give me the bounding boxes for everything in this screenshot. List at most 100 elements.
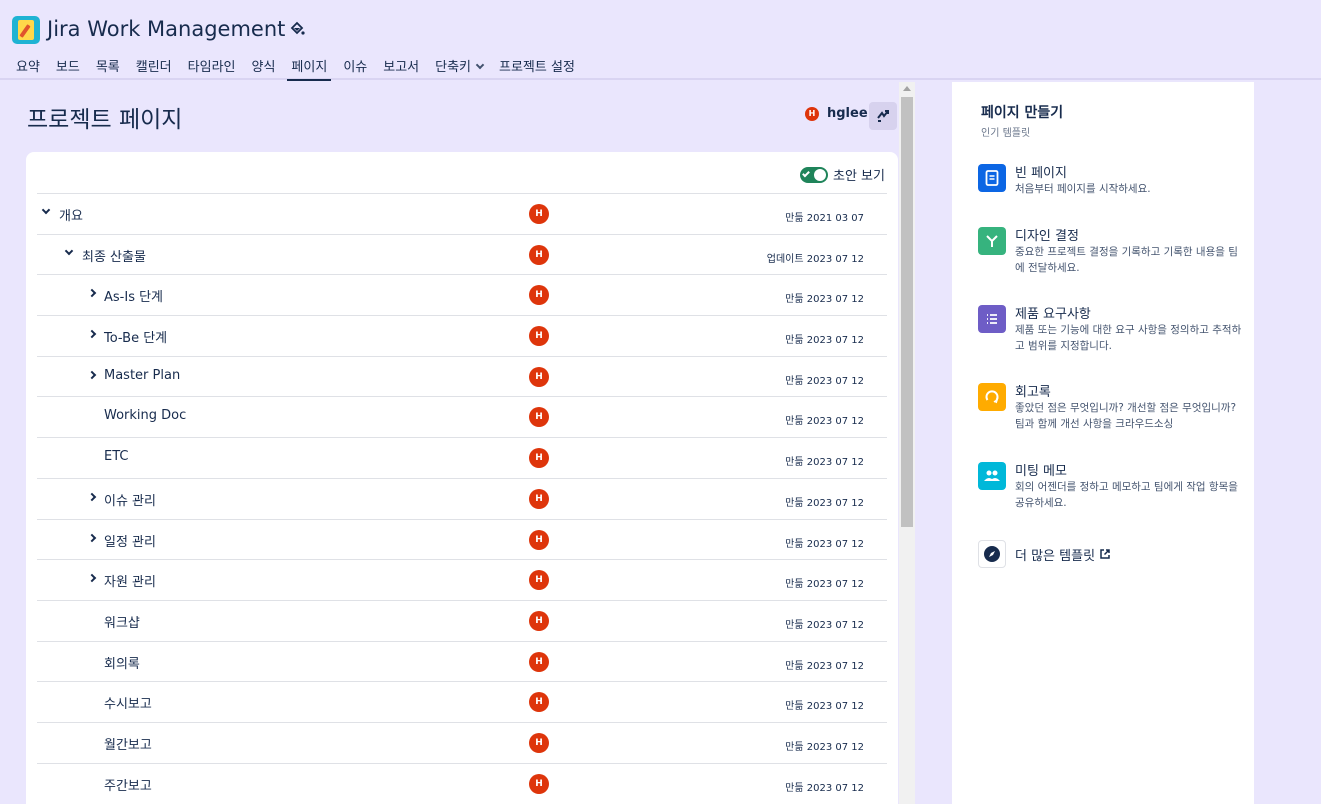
panel-subtitle: 인기 템플릿 xyxy=(981,128,1031,139)
nav-tab-label: 양식 xyxy=(251,60,276,75)
page-tree-row[interactable]: Working Doc H 만듦 2023 07 12 xyxy=(37,396,887,437)
chevron-right-icon[interactable] xyxy=(87,533,97,542)
owner-name: hglee xyxy=(827,106,868,121)
page-tree-row-title[interactable]: To-Be 단계 xyxy=(104,327,167,346)
paint-bucket-icon[interactable] xyxy=(288,21,306,39)
page-tree-row[interactable]: 일정 관리 H 만듦 2023 07 12 xyxy=(37,518,887,560)
list-icon xyxy=(978,305,1006,333)
page-tree-row[interactable]: ETC H 만듦 2023 07 12 xyxy=(37,437,887,478)
draft-toggle[interactable] xyxy=(800,166,828,183)
page-tree-row[interactable]: 이슈 관리 H 만듦 2023 07 12 xyxy=(37,477,887,519)
nav-tab-2[interactable]: 목록 xyxy=(88,52,128,80)
page-tree-row-title[interactable]: 주간보고 xyxy=(104,775,152,794)
page-tree-row[interactable]: 자원 관리 H 만듦 2023 07 12 xyxy=(37,559,887,600)
page-tree-row-title[interactable]: As-Is 단계 xyxy=(104,286,163,305)
scrollbar[interactable] xyxy=(899,82,915,804)
page-tree-row-title[interactable]: 수시보고 xyxy=(104,693,152,712)
nav-tab-label: 요약 xyxy=(16,60,40,75)
avatar: H xyxy=(529,570,549,591)
chevron-down-icon[interactable] xyxy=(41,205,51,215)
page-tree-row-date: 만듦 2023 07 12 xyxy=(785,538,864,550)
scroll-up-arrow-icon[interactable] xyxy=(903,86,911,91)
page-tree-row-title[interactable]: Working Doc xyxy=(104,408,186,423)
avatar: H xyxy=(529,285,549,306)
page-tree-row[interactable]: 워크샵 H 만듦 2023 07 12 xyxy=(37,599,887,641)
page-tree-row[interactable]: 월간보고 H 만듦 2023 07 12 xyxy=(37,721,887,763)
page-tree-row-date: 업데이트 2023 07 12 xyxy=(766,253,864,265)
page-tree-row-title[interactable]: ETC xyxy=(104,449,128,464)
template-description: 제품 또는 기능에 대한 요구 사항을 정의하고 추적하고 범위를 지정합니다. xyxy=(1015,324,1242,352)
avatar: H xyxy=(529,366,549,387)
page-tree-row[interactable]: To-Be 단계 H 만듦 2023 07 12 xyxy=(37,315,887,356)
jira-work-management-logo-icon[interactable] xyxy=(12,16,40,44)
chevron-right-icon[interactable] xyxy=(87,573,97,583)
avatar: H xyxy=(529,651,549,672)
draft-toggle-label: 초안 보기 xyxy=(833,169,885,184)
nav-tab-label: 보고서 xyxy=(383,60,420,75)
page-owner[interactable]: H hglee xyxy=(805,106,868,121)
chevron-down-icon[interactable] xyxy=(64,246,74,255)
people-icon xyxy=(978,462,1006,490)
nav-tab-4[interactable]: 타임라인 xyxy=(180,52,244,80)
page-tree-row[interactable]: Master Plan H 만듦 2023 07 12 xyxy=(37,355,887,397)
page-tree: 개요 H 만듦 2021 03 07 최종 산출물 H 업데이트 2023 07 12 As… xyxy=(37,193,887,803)
nav-tab-7[interactable]: 이슈 xyxy=(335,52,375,80)
page-tree-row-title[interactable]: 회의록 xyxy=(104,653,140,672)
template-name: 디자인 결정 xyxy=(1015,229,1079,244)
nav-tab-10[interactable]: 프로젝트 설정 xyxy=(491,52,583,80)
app-header: Jira Work Management 요약 보드 목록 캘린더 타임라인 양식 페이지 이… xyxy=(0,0,1321,81)
page-tree-row-title[interactable]: 월간보고 xyxy=(104,734,152,753)
nav-tab-3[interactable]: 캘린더 xyxy=(128,52,180,80)
nav-tab-label: 프로젝트 설정 xyxy=(499,60,575,75)
panel-title: 페이지 만들기 xyxy=(981,105,1064,121)
page-tree-row[interactable]: 개요 H 만듦 2021 03 07 xyxy=(37,193,887,234)
page-tree-row-title[interactable]: 일정 관리 xyxy=(104,531,156,550)
page-tree-row-date: 만듦 2023 07 12 xyxy=(785,497,864,509)
page-tree-row[interactable]: 최종 산출물 H 업데이트 2023 07 12 xyxy=(37,233,887,275)
page-tree-row[interactable]: As-Is 단계 H 만듦 2023 07 12 xyxy=(37,274,887,315)
page-tree-row[interactable]: 회의록 H 만듦 2023 07 12 xyxy=(37,640,887,682)
nav-tab-0[interactable]: 요약 xyxy=(8,52,48,80)
page-tree-row-date: 만듦 2023 07 12 xyxy=(785,660,864,672)
page-tree-row-title[interactable]: 최종 산출물 xyxy=(82,246,146,265)
nav-tab-6[interactable]: 페이지 xyxy=(283,52,335,81)
page-tree-row-title[interactable]: 이슈 관리 xyxy=(104,490,156,509)
chevron-right-icon[interactable] xyxy=(87,329,97,339)
chevron-right-icon[interactable] xyxy=(87,492,97,502)
nav-tab-5[interactable]: 양식 xyxy=(244,52,284,80)
template-description: 처음부터 페이지를 시작하세요. xyxy=(1015,183,1151,195)
sync-icon xyxy=(877,110,889,122)
nav-tab-label: 캘린더 xyxy=(135,60,172,75)
page-tree-row-date: 만듦 2023 07 12 xyxy=(785,579,864,591)
page-tree-row-date: 만듦 2023 07 12 xyxy=(785,741,864,753)
page-tree-row-title[interactable]: 워크샵 xyxy=(104,612,140,631)
chevron-right-icon[interactable] xyxy=(87,289,97,298)
create-page-panel: 페이지 만들기 인기 템플릿 빈 페이지 처음부터 페이지를 시작하세요. 디자인 … xyxy=(952,82,1254,804)
nav-tab-1[interactable]: 보드 xyxy=(48,52,88,80)
avatar: H xyxy=(529,407,549,428)
page-tree-row-title[interactable]: 자원 관리 xyxy=(104,571,156,590)
nav-tab-8[interactable]: 보고서 xyxy=(375,52,427,80)
more-templates-link[interactable]: 더 많은 템플릿 xyxy=(978,540,1111,568)
draft-toggle-row[interactable]: 초안 보기 xyxy=(800,165,885,184)
check-icon xyxy=(802,169,810,177)
avatar: H xyxy=(529,529,549,550)
chevron-right-icon[interactable] xyxy=(87,370,97,379)
avatar: H xyxy=(529,610,549,631)
avatar: H xyxy=(529,204,549,224)
project-nav-tabs: 요약 보드 목록 캘린더 타임라인 양식 페이지 이슈 보고서 단축키 프로젝트 설정 xyxy=(8,52,583,81)
avatar: H xyxy=(529,448,549,469)
external-link-icon xyxy=(1100,549,1110,559)
sync-button[interactable] xyxy=(869,102,897,130)
scrollbar-thumb[interactable] xyxy=(901,97,913,527)
page-tree-row[interactable]: 주간보고 H 만듦 2023 07 12 xyxy=(37,762,887,804)
page-tree-row[interactable]: 수시보고 H 만듦 2023 07 12 xyxy=(37,681,887,722)
page-tree-row-title[interactable]: 개요 xyxy=(59,205,83,224)
page-title: 프로젝트 페이지 xyxy=(27,107,183,133)
page-tree-row-title[interactable]: Master Plan xyxy=(104,368,180,383)
compass-icon xyxy=(978,540,1006,568)
page-tree-row-date: 만듦 2023 07 12 xyxy=(785,619,864,631)
nav-tab-9[interactable]: 단축키 xyxy=(427,52,491,80)
template-name: 제품 요구사항 xyxy=(1015,307,1091,322)
avatar: H xyxy=(529,488,549,509)
